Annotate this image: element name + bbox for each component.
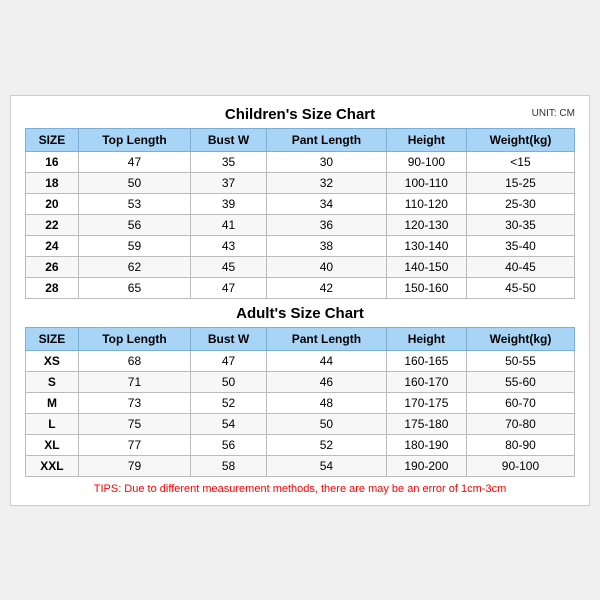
adult-table: SIZE Top Length Bust W Pant Length Heigh…: [25, 327, 575, 477]
table-row: XS684744160-16550-55: [26, 350, 575, 371]
children-col-size: SIZE: [26, 128, 79, 151]
adult-col-pant-length: Pant Length: [266, 327, 386, 350]
adult-title: Adult's Size Chart: [236, 305, 364, 322]
children-col-bust-w: Bust W: [191, 128, 267, 151]
table-row: 20533934110-12025-30: [26, 193, 575, 214]
table-row: XL775652180-19080-90: [26, 434, 575, 455]
adult-col-top-length: Top Length: [78, 327, 190, 350]
children-col-weight: Weight(kg): [466, 128, 574, 151]
table-row: M735248170-17560-70: [26, 392, 575, 413]
table-row: 26624540140-15040-45: [26, 256, 575, 277]
unit-label: UNIT: CM: [532, 108, 575, 119]
children-col-top-length: Top Length: [78, 128, 190, 151]
adult-section-header: Adult's Size Chart: [25, 305, 575, 323]
adult-col-size: SIZE: [26, 327, 79, 350]
table-row: 18503732100-11015-25: [26, 172, 575, 193]
children-col-height: Height: [386, 128, 466, 151]
children-title: Children's Size Chart: [225, 106, 375, 123]
children-col-pant-length: Pant Length: [266, 128, 386, 151]
tips-text: TIPS: Due to different measurement metho…: [25, 483, 575, 495]
table-row: 22564136120-13030-35: [26, 214, 575, 235]
adult-section: Adult's Size Chart SIZE Top Length Bust …: [25, 305, 575, 477]
children-header-row: SIZE Top Length Bust W Pant Length Heigh…: [26, 128, 575, 151]
chart-container: Children's Size Chart UNIT: CM SIZE Top …: [10, 95, 590, 506]
table-row: 24594338130-14035-40: [26, 235, 575, 256]
table-row: S715046160-17055-60: [26, 371, 575, 392]
adult-col-height: Height: [386, 327, 466, 350]
adult-header-row: SIZE Top Length Bust W Pant Length Heigh…: [26, 327, 575, 350]
table-row: 1647353090-100<15: [26, 151, 575, 172]
table-row: XXL795854190-20090-100: [26, 455, 575, 476]
table-row: L755450175-18070-80: [26, 413, 575, 434]
table-row: 28654742150-16045-50: [26, 277, 575, 298]
children-table: SIZE Top Length Bust W Pant Length Heigh…: [25, 128, 575, 299]
children-section-header: Children's Size Chart UNIT: CM: [25, 106, 575, 124]
adult-col-weight: Weight(kg): [466, 327, 574, 350]
adult-col-bust-w: Bust W: [191, 327, 267, 350]
